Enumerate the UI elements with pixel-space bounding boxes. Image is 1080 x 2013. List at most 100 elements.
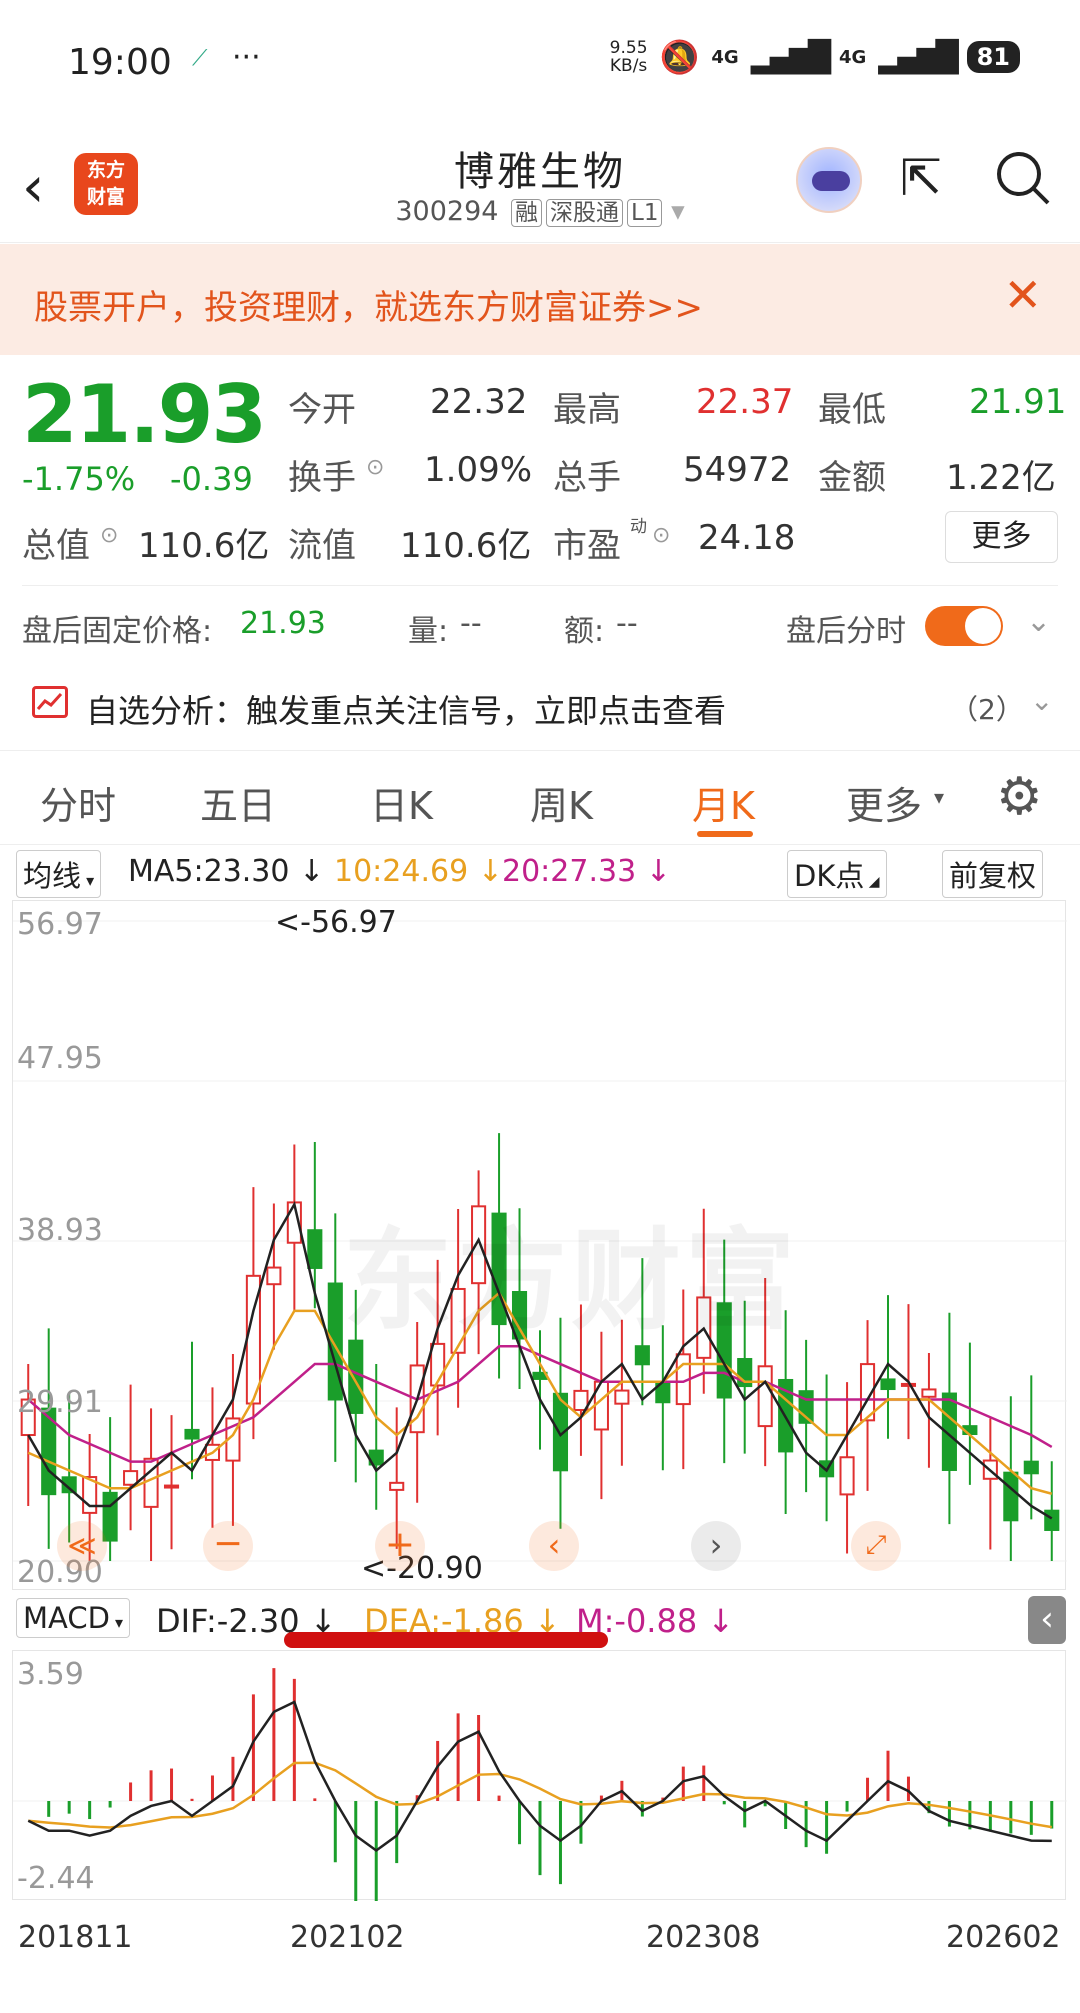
info-icon-3[interactable]: ⊙ (652, 523, 670, 548)
after-hours-vol: -- (460, 606, 482, 641)
low-label: 最低 (818, 390, 886, 430)
tab-daily[interactable]: 日K (370, 775, 433, 830)
ma-selector-label: 均线 (23, 859, 82, 893)
plus-icon[interactable]: + (375, 1521, 425, 1571)
candle (204, 1387, 221, 1528)
tab-intraday[interactable]: 分时 (40, 775, 116, 830)
float-label: 流值 (288, 526, 356, 566)
promo-text[interactable]: 股票开户，投资理财，就选东方财富证券>> (34, 280, 703, 329)
x-label-3: 202308 (646, 1920, 761, 1955)
after-hours-price: 21.93 (240, 606, 326, 641)
candle (1003, 1396, 1019, 1561)
expand-icon[interactable]: ⤢ (851, 1521, 901, 1571)
pe-label: 市盈 (553, 526, 621, 566)
macd-selector[interactable]: MACD ▾ (16, 1598, 131, 1638)
app-notification-icon: ⟋ (192, 46, 208, 71)
status-bar: 19:00 ⟋ ··· 9.55 KB/s 🔕 4G ▂▄▆█ 4G ▂▄▆█ … (0, 0, 1080, 125)
macd-selector-caret-icon: ▾ (109, 1613, 124, 1632)
candle (123, 1384, 139, 1531)
ma20-value: 20:27.33 ↓ (502, 854, 671, 889)
high-annotation: <-56.97 (275, 905, 397, 940)
macd-axis-top: 3.59 (17, 1657, 84, 1692)
kline-chart[interactable]: 东方财富 56.97 47.95 38.93 29.91 20.90 <-56.… (12, 900, 1067, 1590)
mute-icon: 🔕 (659, 38, 700, 76)
chevron-down-icon[interactable]: ⌄ (1026, 604, 1051, 639)
analysis-text[interactable]: 自选分析：触发重点关注信号，立即点击查看 (86, 686, 726, 732)
x-label-2: 202102 (290, 1920, 405, 1955)
amount-value: 1.22亿 (946, 458, 1056, 498)
tab-more[interactable]: 更多 (846, 775, 922, 830)
annotation-underline-mark (284, 1632, 608, 1648)
candle (163, 1415, 180, 1550)
promo-banner[interactable]: 股票开户，投资理财，就选东方财富证券>> ✕ (0, 244, 1080, 355)
analysis-count: （2） (950, 693, 1024, 726)
after-hours-amt-label: 额: (564, 614, 605, 649)
candle (41, 1328, 57, 1549)
signal-4g-2: 4G (838, 46, 867, 68)
divider (22, 585, 1058, 586)
candle (143, 1408, 159, 1561)
tab-monthly[interactable]: 月K (692, 775, 755, 830)
back-icon[interactable]: ‹ (22, 155, 44, 220)
zoom-out-icon[interactable]: ≪ (57, 1521, 107, 1571)
chevron-right-icon[interactable]: › (691, 1521, 741, 1571)
stock-code: 300294 (395, 196, 499, 227)
tab-weekly[interactable]: 周K (530, 775, 593, 830)
axis-price-3: 38.93 (17, 1213, 103, 1248)
after-hours-toggle[interactable] (925, 606, 1003, 646)
ma-legend: 均线 ▾ MA5:23.30 ↓ 10:24.69 ↓ 20:27.33 ↓ D… (0, 848, 1080, 898)
candle (819, 1374, 835, 1522)
high-value: 22.37 (696, 382, 794, 422)
ma-selector[interactable]: 均线 ▾ (16, 850, 102, 898)
after-hours-vol-label: 量: (408, 614, 449, 649)
battery-indicator: 81 (966, 41, 1020, 73)
after-hours-toggle-label: 盘后分时 (786, 614, 906, 649)
search-icon[interactable] (994, 149, 1052, 219)
dk-point-label: DK点 (794, 859, 865, 893)
minus-icon[interactable]: − (203, 1521, 253, 1571)
ma-selector-caret-icon: ▾ (81, 871, 95, 890)
dropdown-caret-icon[interactable]: ▾ (671, 196, 685, 227)
tab-5day[interactable]: 五日 (200, 775, 276, 830)
close-icon[interactable]: ✕ (1003, 268, 1042, 322)
more-quote-button[interactable]: 更多 (945, 511, 1058, 563)
candle (266, 1203, 282, 1350)
macd-chart[interactable]: 3.59 -2.44 (12, 1650, 1067, 1901)
macd-svg (13, 1668, 1067, 1901)
turnover-value: 1.09% (424, 450, 533, 490)
clock: 19:00 (68, 42, 172, 83)
tab-more-caret-icon[interactable]: ▾ (934, 785, 944, 809)
signal-4g-1: 4G (711, 46, 739, 68)
info-icon-2[interactable]: ⊙ (100, 523, 118, 548)
app-logo: 东方 财富 (74, 153, 138, 215)
mcap-value: 110.6亿 (138, 526, 270, 566)
amount-label: 金额 (818, 458, 886, 498)
info-icon[interactable]: ⊙ (366, 455, 384, 480)
turnover-label: 换手 (288, 458, 356, 498)
volume-value: 54972 (683, 450, 792, 490)
robot-assistant-icon[interactable] (796, 147, 862, 213)
x-label-4: 202602 (946, 1920, 1061, 1955)
status-icons: 9.55 KB/s 🔕 4G ▂▄▆█ 4G ▂▄▆█ 81 (610, 38, 1020, 76)
macd-axis-bottom: -2.44 (17, 1861, 95, 1896)
candle (307, 1142, 323, 1309)
share-icon[interactable]: ⇱ (900, 149, 942, 207)
candle (962, 1342, 978, 1485)
x-label-1: 201811 (18, 1920, 133, 1955)
after-hours-amt: -- (616, 606, 638, 641)
candle (900, 1304, 917, 1440)
chevron-left-icon[interactable]: ‹ (529, 1521, 579, 1571)
signal-bars-icon: ▂▄▆█ (750, 39, 831, 75)
settings-gear-icon[interactable]: ⚙ (996, 767, 1043, 827)
axis-price-4: 29.91 (17, 1385, 103, 1420)
collapse-panel-icon[interactable]: ‹ (1028, 1596, 1066, 1644)
high-label: 最高 (553, 390, 621, 430)
dk-point-button[interactable]: DK点 ◢ (787, 850, 887, 898)
candle (1044, 1461, 1060, 1561)
candle (982, 1418, 998, 1550)
open-label: 今开 (288, 390, 356, 430)
stock-header: 博雅生物 300294 融深股通 L1 ▾ ‹ 东方 财富 ⇱ (0, 125, 1080, 243)
adjust-button[interactable]: 前复权 (942, 850, 1044, 898)
chevron-down-icon-2[interactable]: ⌄ (1030, 684, 1053, 717)
open-value: 22.32 (430, 382, 528, 422)
